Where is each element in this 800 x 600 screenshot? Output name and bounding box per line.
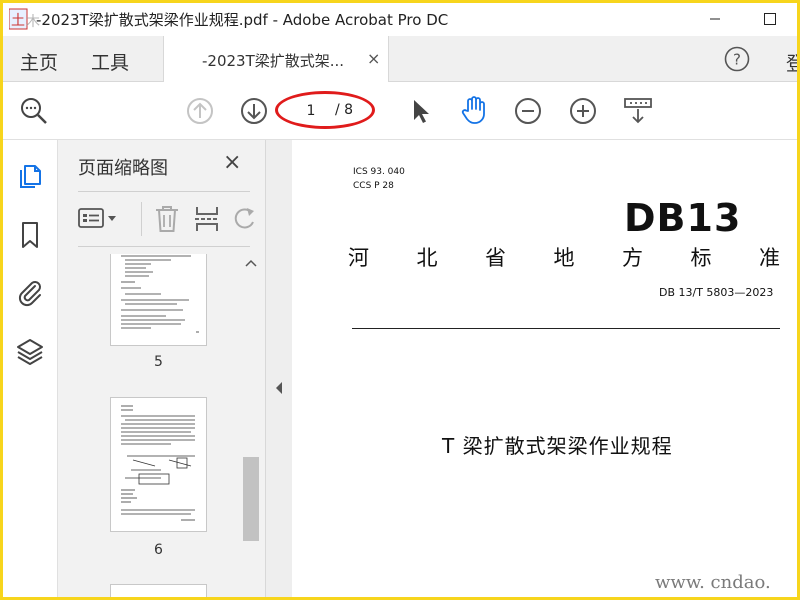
split-page-icon[interactable] [194,204,220,234]
sign-in-link[interactable]: 登 [786,49,797,76]
delete-page-icon[interactable] [153,204,181,234]
divider [78,246,250,247]
zoom-out-icon[interactable] [513,96,543,126]
attachment-icon[interactable] [15,277,45,307]
select-tool-icon[interactable] [406,96,436,126]
document-tab-close-icon[interactable]: × [367,49,380,68]
standard-number: DB 13/T 5803—2023 [659,286,774,299]
zoom-in-icon[interactable] [568,96,598,126]
document-tab[interactable]: -2023T梁扩散式架... × [163,36,389,82]
panel-toolbar [58,192,266,246]
layers-icon[interactable] [15,336,45,366]
horizontal-rule [352,328,780,329]
svg-text:土: 土 [11,13,25,29]
page-thumbnails-panel: 页面缩略图 × 5 6 [58,140,266,597]
previous-page-icon[interactable] [185,96,215,126]
ccs-code: CCS P 28 [353,181,394,191]
bookmark-icon[interactable] [15,220,45,250]
heading-char: 省 [485,246,506,270]
annotation-highlight-oval [275,91,375,129]
heading-char: 准 [759,246,780,270]
page-thumbnails-icon[interactable] [15,162,45,192]
page-thumbnail[interactable] [110,254,207,346]
maximize-button[interactable] [750,5,790,33]
left-nav-rail [3,140,58,597]
scrollbar-thumb[interactable] [243,457,259,541]
standard-mark: DB13 [624,196,742,240]
page-thumbnail[interactable] [110,584,207,597]
heading-char: 方 [622,246,643,270]
minimize-button[interactable] [695,5,735,33]
home-tab[interactable]: 主页 [20,48,58,75]
heading-char: 北 [416,246,438,270]
panel-collapse-strip[interactable] [266,140,292,597]
help-icon[interactable]: ? [724,46,750,72]
divider [141,202,142,236]
main-toolbar: / 8 [3,82,797,140]
next-page-icon[interactable] [239,96,269,126]
panel-title: 页面缩略图 [78,158,168,179]
app-window: 土 木 -2023T梁扩散式架梁作业规程.pdf - Adobe Acrobat… [3,3,797,597]
document-view[interactable]: ICS 93. 040 CCS P 28 DB13 河 北 省 地 方 标 准 … [292,140,797,597]
heading-char: 地 [553,246,575,270]
ics-code: ICS 93. 040 [353,167,405,177]
svg-text:?: ? [733,51,741,69]
search-icon[interactable] [19,96,49,126]
page-thumbnail[interactable] [110,397,207,532]
menu-bar: 主页 工具 -2023T梁扩散式架... × ? 登 [3,36,797,82]
hand-tool-icon[interactable] [458,94,488,124]
heading-char: 河 [348,246,369,270]
standard-type-heading: 河 北 省 地 方 标 准 [348,242,780,272]
thumbnail-page-number: 5 [154,354,163,370]
title-bar: 土 木 -2023T梁扩散式架梁作业规程.pdf - Adobe Acrobat… [3,3,797,36]
window-title: -2023T梁扩散式架梁作业规程.pdf - Adobe Acrobat Pro… [36,11,449,29]
options-menu-icon[interactable] [78,206,120,232]
document-title: T 梁扩散式架梁作业规程 [442,434,673,458]
document-tab-label: -2023T梁扩散式架... [202,52,345,70]
watermark-text: www. cndao. com [655,572,771,597]
thumbnail-scrollbar[interactable] [242,254,260,597]
thumbnail-page-number: 6 [154,542,163,558]
scroll-mode-icon[interactable] [623,96,653,126]
heading-char: 标 [690,246,712,270]
tools-tab[interactable]: 工具 [91,48,129,75]
rotate-page-icon[interactable] [233,204,255,234]
panel-close-icon[interactable]: × [223,150,241,175]
